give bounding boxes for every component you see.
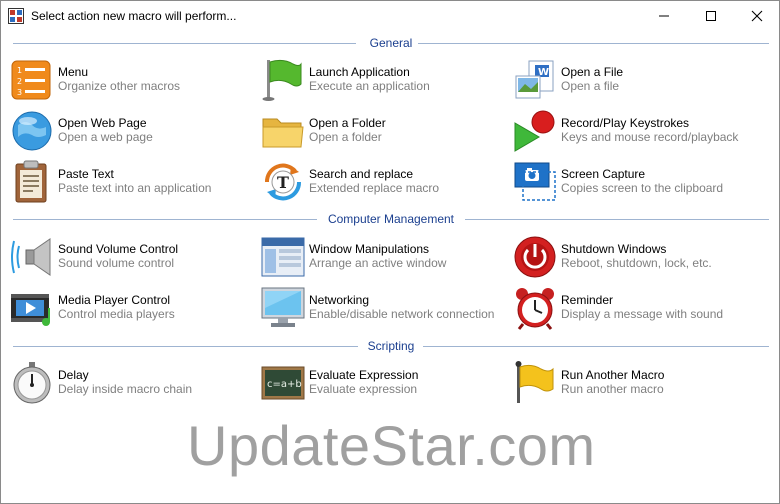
- globe-icon: [12, 111, 52, 151]
- action-name: Open a File: [561, 65, 624, 79]
- action-name: Evaluate Expression: [309, 368, 419, 382]
- action-description: Open a folder: [309, 130, 382, 144]
- action-name: Networking: [309, 293, 370, 307]
- divider: [465, 219, 769, 220]
- watermark: UpdateStar.com: [187, 414, 596, 477]
- yellow-flag-icon: [515, 361, 554, 403]
- maximize-button[interactable]: [688, 1, 734, 31]
- svg-text:3: 3: [17, 88, 22, 97]
- action-reminder[interactable]: Reminder Display a message with sound: [513, 284, 763, 332]
- svg-text:c=a+b: c=a+b: [267, 379, 302, 390]
- action-name: Sound Volume Control: [58, 242, 179, 256]
- close-button[interactable]: [734, 1, 780, 31]
- close-icon: [751, 10, 763, 22]
- media-player-icon: [11, 294, 50, 326]
- green-flag-icon: [262, 59, 302, 101]
- documents-icon: W: [515, 60, 554, 99]
- minimize-button[interactable]: [641, 1, 687, 31]
- speaker-icon: [11, 238, 51, 276]
- power-icon: [514, 236, 556, 278]
- action-name: Search and replace: [309, 167, 414, 181]
- action-description: Open a web page: [58, 130, 153, 144]
- action-screen-capture[interactable]: Screen Capture Copies screen to the clip…: [513, 158, 763, 206]
- action-name: Record/Play Keystrokes: [561, 116, 690, 130]
- svg-text:2: 2: [17, 77, 22, 86]
- action-open-folder[interactable]: Open a Folder Open a folder: [261, 107, 511, 155]
- record-play-icon: [514, 110, 555, 152]
- window-title: Select action new macro will perform...: [31, 9, 237, 23]
- action-description: Open a file: [561, 79, 620, 93]
- action-description: Evaluate expression: [309, 382, 418, 396]
- app-icon: [8, 8, 24, 24]
- chalkboard-icon: c=a+b: [261, 366, 305, 400]
- screen-capture-icon: [514, 162, 556, 201]
- action-name: Media Player Control: [58, 293, 171, 307]
- alarm-clock-icon: [516, 288, 554, 330]
- section-computer-management-header: Computer Management: [13, 212, 769, 226]
- action-description: Organize other macros: [58, 79, 181, 93]
- action-shutdown-windows[interactable]: Shutdown Windows Reboot, shutdown, lock,…: [513, 233, 763, 281]
- action-window-manipulations[interactable]: Window Manipulations Arrange an active w…: [261, 233, 511, 281]
- action-description: Enable/disable network connection: [309, 307, 495, 321]
- action-description: Keys and mouse record/playback: [561, 130, 739, 144]
- action-paste-text[interactable]: Paste Text Paste text into an applicatio…: [10, 158, 260, 206]
- minimize-icon: [659, 15, 669, 17]
- action-launch-application[interactable]: Launch Application Execute an applicatio…: [261, 56, 511, 104]
- action-search-and-replace[interactable]: T Search and replace Extended replace ma…: [261, 158, 511, 206]
- action-name: Open Web Page: [58, 116, 147, 130]
- stopwatch-icon: [13, 362, 51, 404]
- action-media-player-control[interactable]: Media Player Control Control media playe…: [10, 284, 260, 332]
- svg-text:1: 1: [17, 66, 22, 75]
- action-name: Delay: [58, 368, 89, 382]
- action-description: Paste text into an application: [58, 181, 212, 195]
- action-description: Delay inside macro chain: [58, 382, 193, 396]
- action-description: Extended replace macro: [309, 181, 440, 195]
- action-description: Execute an application: [309, 79, 430, 93]
- action-name: Window Manipulations: [309, 242, 430, 256]
- action-networking[interactable]: Networking Enable/disable network connec…: [261, 284, 511, 332]
- folder-icon: [262, 118, 304, 148]
- action-name: Open a Folder: [309, 116, 386, 130]
- title-bar[interactable]: Select action new macro will perform...: [1, 1, 779, 31]
- action-menu[interactable]: 1 2 3 Menu Organize other macros: [10, 56, 260, 104]
- action-name: Shutdown Windows: [561, 242, 667, 256]
- svg-text:T: T: [277, 173, 289, 192]
- window-icon: [261, 237, 305, 277]
- maximize-icon: [706, 11, 716, 21]
- action-run-another-macro[interactable]: Run Another Macro Run another macro: [513, 359, 763, 407]
- action-open-file[interactable]: W Open a File Open a file: [513, 56, 763, 104]
- action-description: Copies screen to the clipboard: [561, 181, 724, 195]
- action-name: Run Another Macro: [561, 368, 665, 382]
- action-evaluate-expression[interactable]: c=a+b Evaluate Expression Evaluate expre…: [261, 359, 511, 407]
- monitor-icon: [261, 287, 305, 327]
- action-name: Reminder: [561, 293, 614, 307]
- search-replace-icon: T: [264, 163, 302, 201]
- action-sound-volume-control[interactable]: Sound Volume Control Sound volume contro…: [10, 233, 260, 281]
- action-name: Screen Capture: [561, 167, 646, 181]
- action-description: Display a message with sound: [561, 307, 724, 321]
- action-record-play-keystrokes[interactable]: Record/Play Keystrokes Keys and mouse re…: [513, 107, 763, 155]
- numbered-list-icon: 1 2 3: [11, 60, 51, 100]
- action-description: Arrange an active window: [309, 256, 447, 270]
- action-open-web-page[interactable]: Open Web Page Open a web page: [10, 107, 260, 155]
- action-description: Reboot, shutdown, lock, etc.: [561, 256, 712, 270]
- action-description: Control media players: [58, 307, 175, 321]
- action-name: Menu: [58, 65, 89, 79]
- section-scripting-header: Scripting: [13, 339, 769, 353]
- action-delay[interactable]: Delay Delay inside macro chain: [10, 359, 260, 407]
- action-name: Launch Application: [309, 65, 410, 79]
- macro-action-dialog: Select action new macro will perform... …: [0, 0, 780, 504]
- action-description: Run another macro: [561, 382, 664, 396]
- divider: [418, 43, 769, 44]
- action-name: Paste Text: [58, 167, 114, 181]
- divider: [423, 346, 769, 347]
- action-description: Sound volume control: [58, 256, 175, 270]
- section-general-header: General: [13, 36, 769, 50]
- clipboard-icon: [15, 160, 47, 203]
